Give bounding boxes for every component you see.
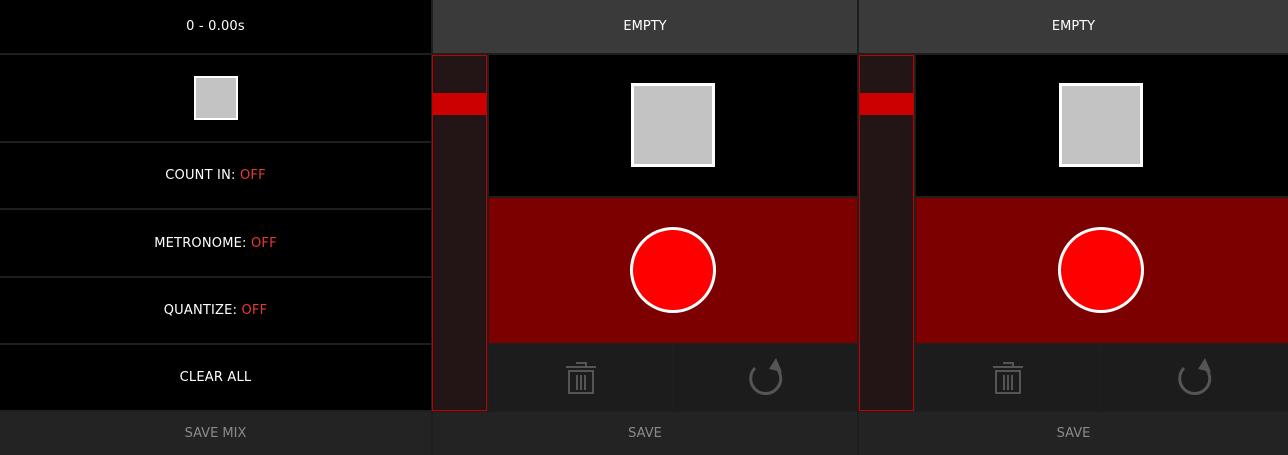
track-2-status: EMPTY — [1051, 19, 1096, 34]
count-in-toggle[interactable]: COUNT IN: OFF — [0, 143, 431, 208]
undo-icon — [748, 357, 782, 395]
track-1-stop-button[interactable] — [631, 83, 715, 167]
track-1-record-button[interactable] — [630, 227, 716, 313]
undo-icon — [1177, 357, 1211, 395]
track-2-stop-zone[interactable] — [916, 55, 1288, 196]
save-mix-label: SAVE MIX — [184, 426, 247, 441]
trash-icon — [992, 361, 1023, 394]
metronome-value: OFF — [250, 235, 277, 251]
track-2-header: EMPTY — [859, 0, 1288, 53]
track-2-record-zone[interactable] — [916, 198, 1288, 343]
track-2-meter-peak — [860, 93, 913, 115]
track-2-delete-button[interactable] — [916, 345, 1099, 410]
metronome-label: METRONOME: — [154, 235, 247, 251]
track-1-status: EMPTY — [623, 19, 667, 34]
quantize-value: OFF — [241, 303, 268, 318]
track-1-record-zone[interactable] — [489, 198, 857, 343]
track-1-meter-peak — [433, 93, 486, 115]
master-stop-button[interactable] — [193, 76, 238, 120]
track-2-level-meter — [859, 55, 914, 411]
track-1-level-meter — [432, 55, 487, 411]
clear-all-label: CLEAR ALL — [179, 370, 252, 385]
trash-icon — [565, 361, 596, 394]
track-1-save-label: SAVE — [628, 426, 662, 441]
track-2-record-button[interactable] — [1058, 227, 1144, 313]
clear-all-button[interactable]: CLEAR ALL — [0, 345, 431, 410]
track-2-save-button[interactable]: SAVE — [859, 412, 1288, 455]
track-2-stop-button[interactable] — [1059, 83, 1143, 167]
quantize-label: QUANTIZE: — [163, 303, 238, 318]
metronome-toggle[interactable]: METRONOME: OFF — [0, 210, 431, 276]
track-1-delete-button[interactable] — [489, 345, 672, 410]
master-stop-cell — [0, 55, 431, 141]
track-1-header: EMPTY — [433, 0, 857, 53]
track-2-save-label: SAVE — [1056, 426, 1091, 441]
save-mix-button[interactable]: SAVE MIX — [0, 412, 431, 455]
count-in-label: COUNT IN: — [165, 168, 236, 183]
track-2-body — [859, 55, 1288, 411]
time-display-text: 0 - 0.00s — [186, 19, 245, 34]
track-1-save-button[interactable]: SAVE — [433, 412, 857, 455]
track-1-stop-zone[interactable] — [489, 55, 857, 196]
time-display: 0 - 0.00s — [0, 0, 431, 53]
track-1-body — [432, 55, 857, 411]
quantize-toggle[interactable]: QUANTIZE: OFF — [0, 278, 431, 343]
track-2-undo-button[interactable] — [1101, 345, 1288, 410]
count-in-value: OFF — [239, 168, 266, 183]
track-1-undo-button[interactable] — [674, 345, 857, 410]
